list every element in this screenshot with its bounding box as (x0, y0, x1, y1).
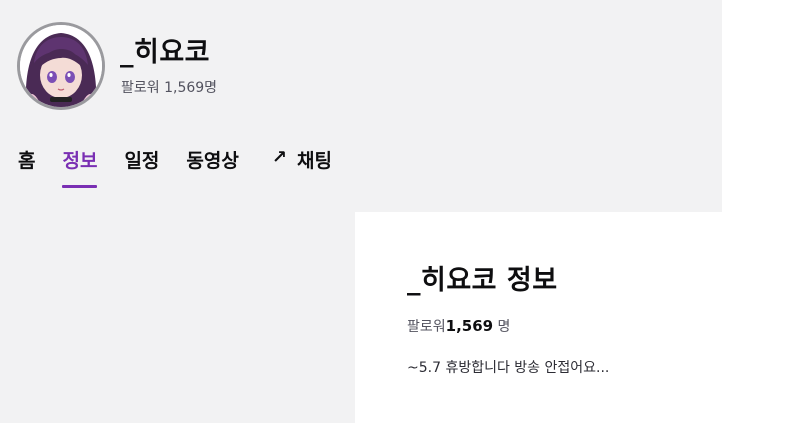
tab-chat-label: 채팅 (296, 150, 332, 172)
about-follower-unit: 명 (493, 319, 511, 335)
avatar-illustration (20, 25, 102, 107)
tab-chat[interactable]: ↗ 채팅 (272, 146, 332, 188)
about-follower-number: 1,569 (445, 317, 494, 335)
external-arrow-icon: ↗ (271, 147, 287, 168)
tab-home[interactable]: 홈 (18, 146, 35, 188)
avatar[interactable] (17, 22, 105, 110)
channel-name: _히요코 (120, 37, 211, 68)
about-follower-count: 팔로워1,569 명 (407, 316, 510, 336)
channel-tabs: 홈 정보 일정 동영상 ↗ 채팅 (18, 146, 359, 190)
about-description: ~5.7 휴방합니다 방송 안접어요... (407, 360, 610, 376)
tab-videos[interactable]: 동영상 (186, 146, 238, 188)
about-panel: _히요코 정보 팔로워1,569 명 ~5.7 휴방합니다 방송 안접어요... (355, 212, 722, 423)
tab-schedule[interactable]: 일정 (124, 146, 159, 188)
follower-count: 팔로워 1,569명 (121, 80, 218, 96)
about-follower-label: 팔로워 (407, 319, 446, 335)
about-title: _히요코 정보 (407, 265, 558, 296)
tab-about[interactable]: 정보 (62, 146, 97, 188)
